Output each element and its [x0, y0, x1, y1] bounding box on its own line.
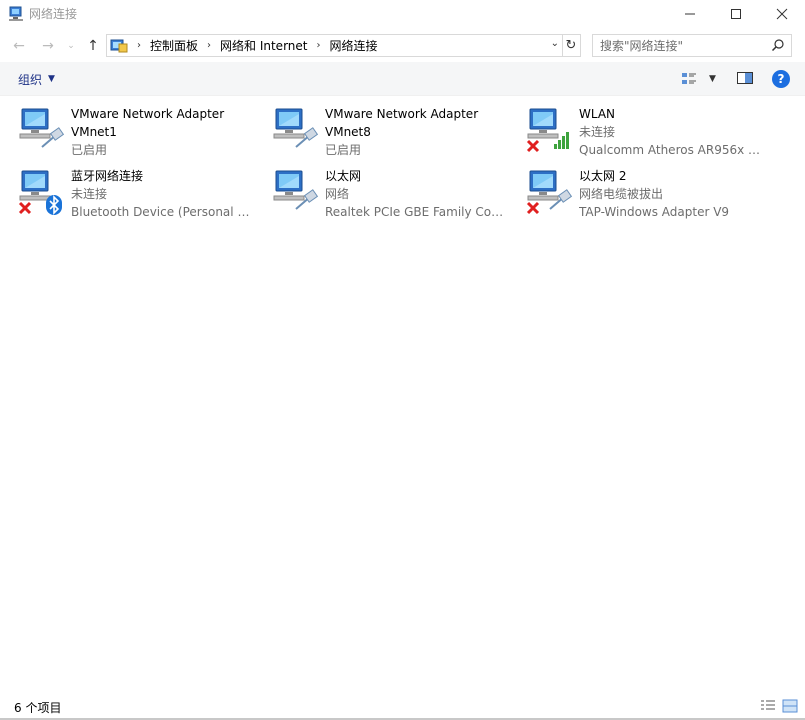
tiles-view-icon[interactable] — [782, 699, 798, 713]
back-button[interactable]: ← — [8, 34, 30, 58]
item-name-cont: VMnet8 — [325, 125, 371, 139]
item-name-cont: VMnet1 — [71, 125, 117, 139]
close-button[interactable] — [759, 0, 805, 28]
list-item[interactable]: VMware Network Adapter VMnet1 已启用 — [0, 97, 250, 159]
item-device: Bluetooth Device (Personal Ar... — [71, 205, 256, 219]
title-bar: 网络连接 — [0, 0, 805, 28]
item-status: 未连接 — [579, 125, 616, 139]
forward-button[interactable]: → — [37, 34, 59, 58]
command-bar: 组织 ▼ ▼ ? — [0, 62, 805, 96]
help-icon: ? — [777, 72, 785, 86]
change-view-button[interactable]: ▼ — [681, 69, 721, 89]
item-name: VMware Network Adapter — [71, 107, 225, 121]
address-bar[interactable]: › 控制面板 › 网络和 Internet › 网络连接 ⌄ — [106, 34, 563, 57]
item-name: WLAN — [579, 107, 616, 121]
item-count: 6 个项目 — [14, 701, 62, 715]
arrow-right-icon: → — [42, 38, 54, 54]
item-name: 以太网 2 — [579, 169, 627, 183]
breadcrumb-separator[interactable]: › — [307, 40, 329, 51]
item-device: Qualcomm Atheros AR956x Wi... — [579, 143, 764, 157]
disconnected-x-icon — [18, 201, 32, 215]
organize-label: 组织 — [18, 72, 43, 87]
bluetooth-adapter-icon — [18, 170, 62, 215]
connections-list: VMware Network Adapter VMnet1 已启用 VMware… — [0, 97, 805, 690]
item-device: TAP-Windows Adapter V9 — [579, 205, 730, 219]
bluetooth-icon — [46, 195, 62, 215]
organize-button[interactable]: 组织 ▼ — [12, 68, 61, 90]
preview-pane-icon — [737, 72, 753, 84]
list-item[interactable]: VMware Network Adapter VMnet8 已启用 — [254, 97, 504, 159]
item-status: 已启用 — [71, 143, 108, 157]
item-device: Realtek PCIe GBE Family Contr... — [325, 205, 510, 219]
search-icon — [771, 39, 784, 52]
list-item[interactable]: 以太网 网络 Realtek PCIe GBE Family Contr... — [254, 159, 510, 221]
caret-down-icon: ▼ — [48, 74, 55, 84]
wireless-adapter-icon — [526, 108, 569, 153]
item-status: 已启用 — [325, 143, 362, 157]
item-status: 网络电缆被拔出 — [579, 187, 664, 201]
address-dropdown-icon[interactable]: ⌄ — [551, 38, 559, 49]
caret-down-icon: ▼ — [709, 74, 716, 84]
breadcrumb-network-connections[interactable]: 网络连接 — [329, 37, 377, 54]
minimize-icon — [685, 13, 695, 15]
refresh-button[interactable]: ↻ — [562, 34, 581, 57]
window-title: 网络连接 — [29, 7, 78, 21]
list-item[interactable]: 蓝牙网络连接 未连接 Bluetooth Device (Personal Ar… — [0, 159, 256, 221]
arrow-left-icon: ← — [13, 38, 25, 54]
network-adapter-icon — [273, 108, 319, 148]
disconnected-x-icon — [526, 201, 540, 215]
list-item[interactable]: WLAN 未连接 Qualcomm Atheros AR956x Wi... — [508, 97, 764, 159]
breadcrumb-separator[interactable]: › — [198, 40, 220, 51]
minimize-button[interactable] — [667, 0, 713, 28]
network-adapter-icon — [19, 108, 65, 148]
preview-pane-button[interactable] — [736, 70, 756, 88]
network-adapter-icon — [273, 170, 319, 210]
item-name: VMware Network Adapter — [325, 107, 479, 121]
control-panel-icon — [110, 39, 128, 52]
chevron-down-icon: ⌄ — [67, 41, 75, 51]
maximize-icon — [731, 9, 741, 19]
refresh-icon: ↻ — [565, 38, 577, 53]
view-options-icon — [682, 73, 696, 84]
search-input[interactable]: 搜索"网络连接" — [592, 34, 792, 57]
network-connections-icon — [9, 6, 23, 21]
item-status: 未连接 — [71, 187, 108, 201]
recent-locations-button[interactable]: ⌄ — [64, 34, 78, 58]
breadcrumb-control-panel[interactable]: 控制面板 — [150, 37, 198, 54]
details-view-icon[interactable] — [760, 699, 776, 713]
disconnected-x-icon — [526, 139, 540, 153]
breadcrumb-network-internet[interactable]: 网络和 Internet — [220, 37, 307, 54]
search-placeholder: 搜索"网络连接" — [600, 39, 684, 53]
navigation-bar: ← → ⌄ ↑ › 控制面板 › 网络和 Internet › 网络连接 ⌄ ↻… — [0, 30, 805, 62]
maximize-button[interactable] — [713, 0, 759, 28]
up-button[interactable]: ↑ — [83, 34, 103, 58]
arrow-up-icon: ↑ — [87, 38, 99, 54]
status-bar: 6 个项目 — [0, 694, 805, 720]
help-button[interactable]: ? — [772, 70, 790, 88]
breadcrumb-separator[interactable]: › — [128, 40, 150, 51]
network-adapter-icon — [526, 170, 573, 215]
item-status: 网络 — [325, 187, 350, 201]
list-item[interactable]: 以太网 2 网络电缆被拔出 TAP-Windows Adapter V9 — [508, 159, 758, 221]
item-name: 以太网 — [325, 169, 362, 183]
close-icon — [776, 8, 788, 20]
item-name: 蓝牙网络连接 — [71, 169, 144, 183]
